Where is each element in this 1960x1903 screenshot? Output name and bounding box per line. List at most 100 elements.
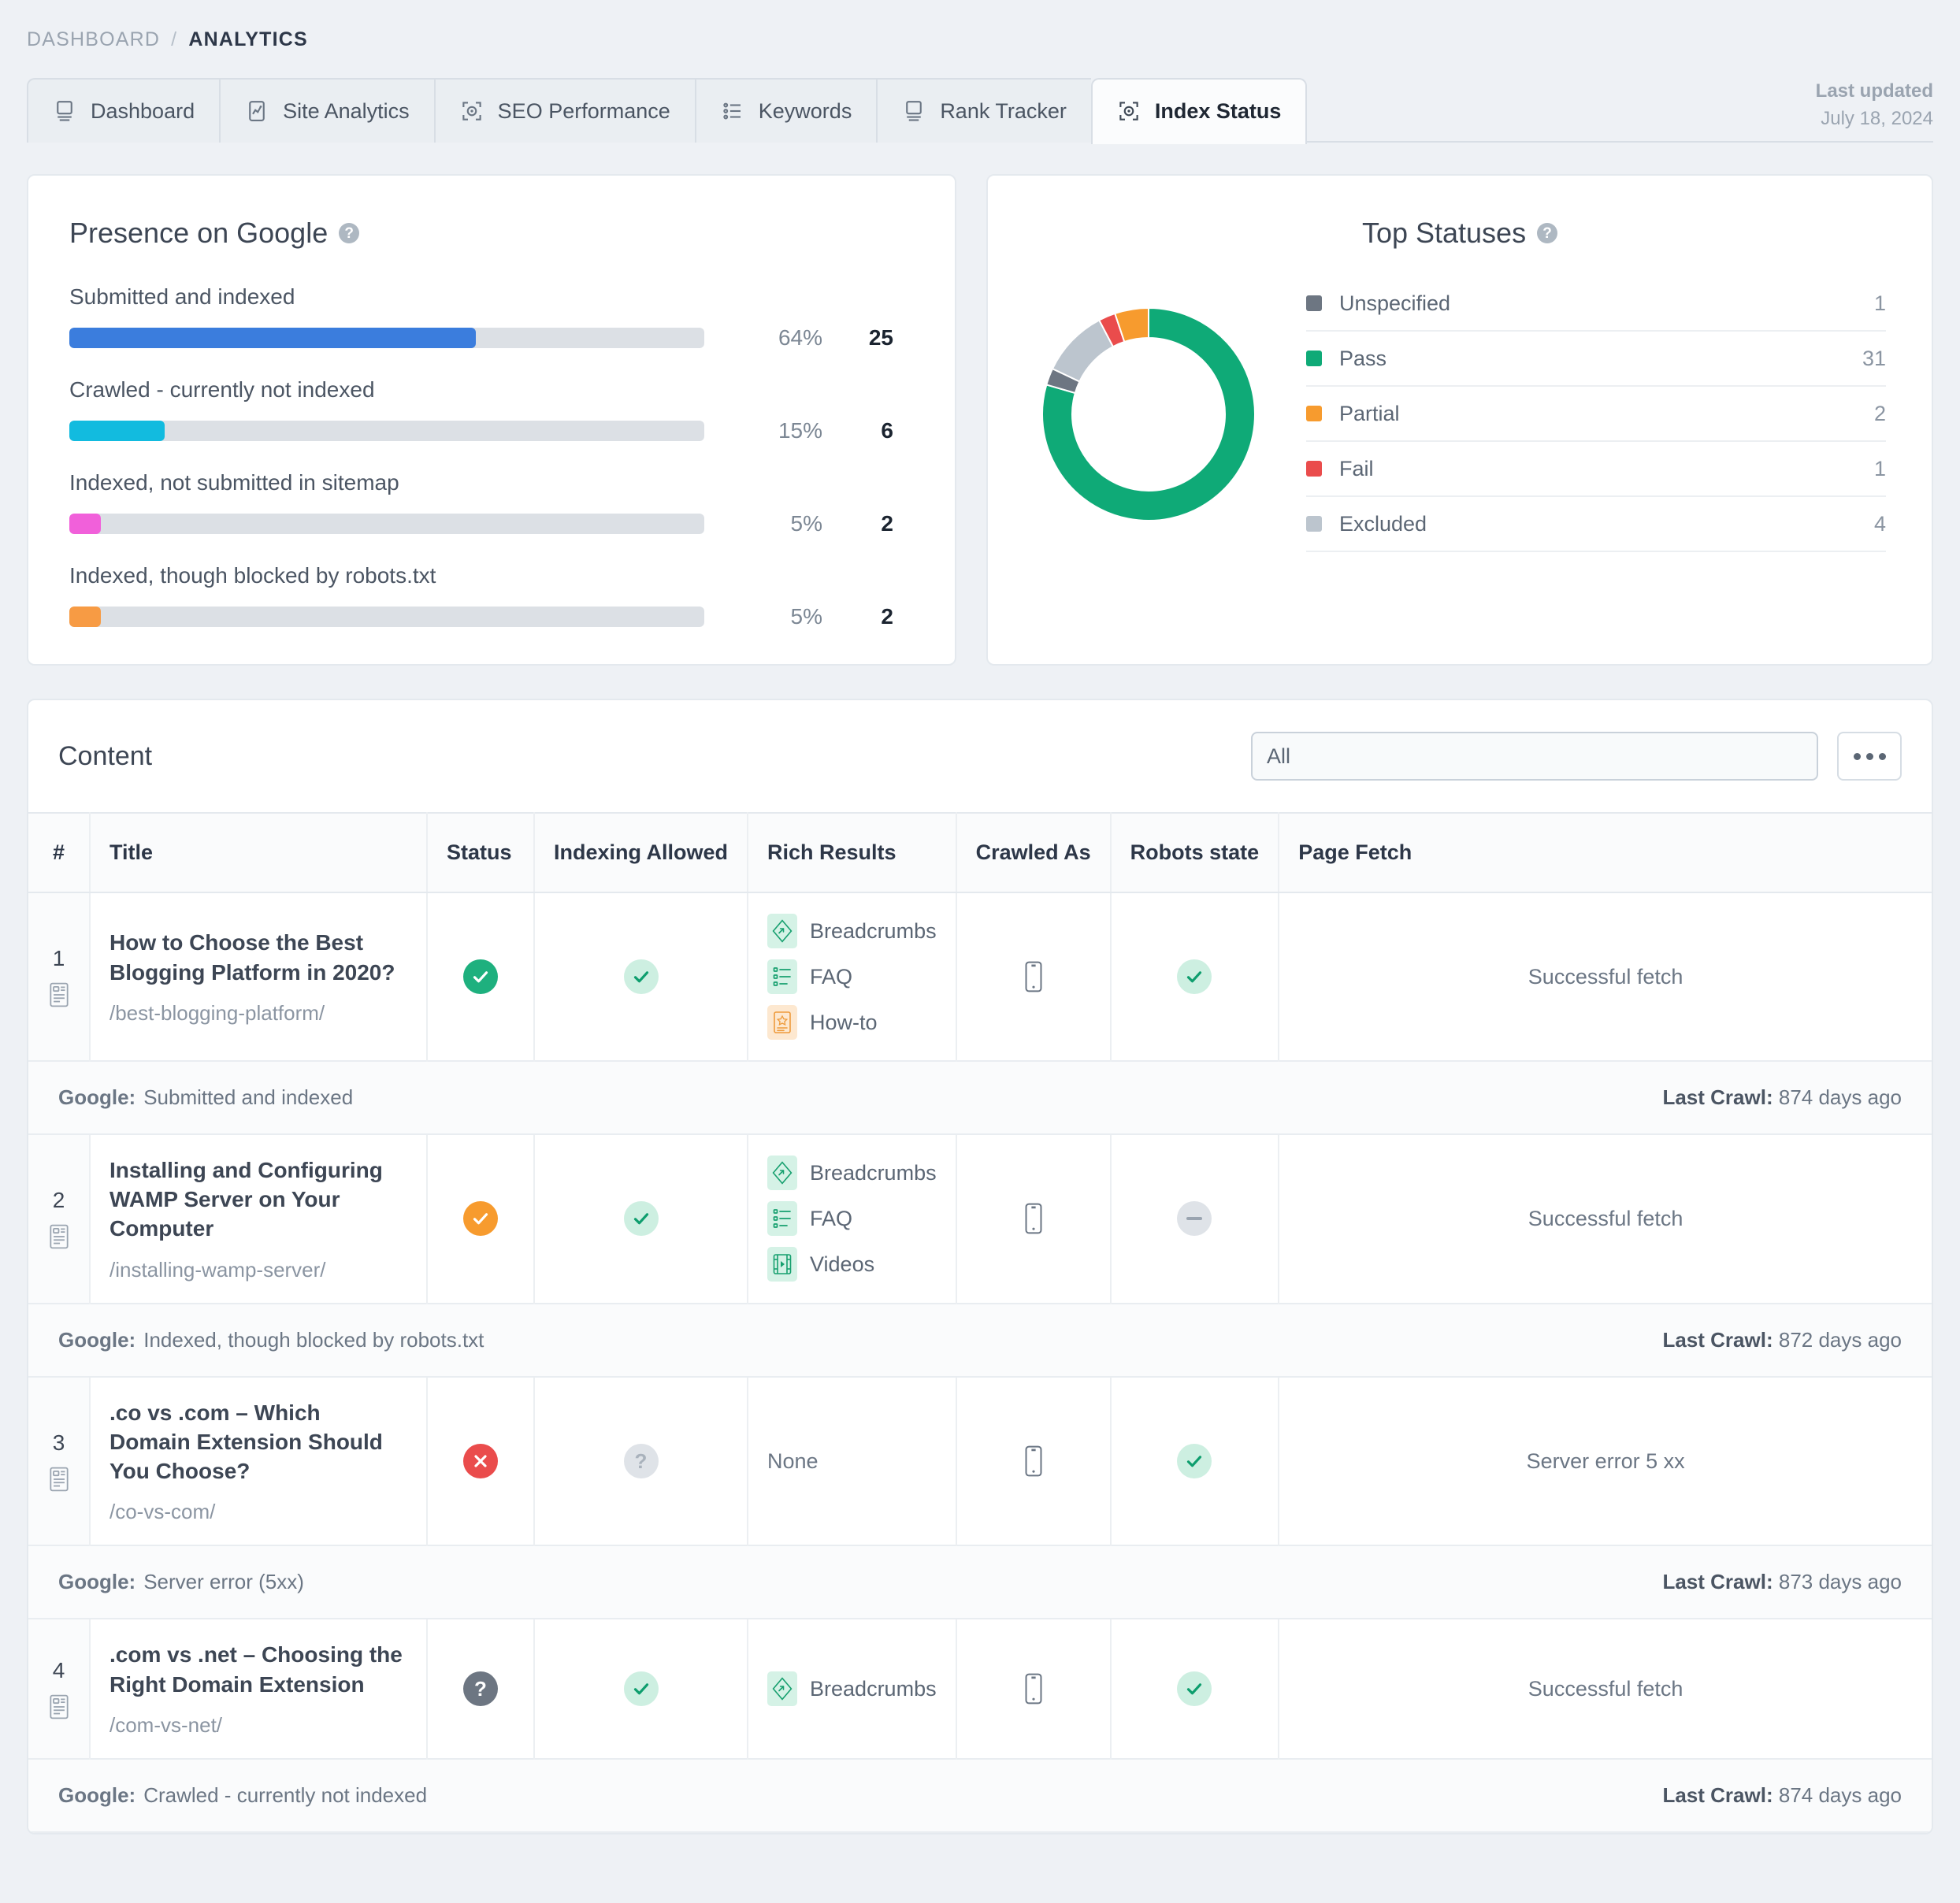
- page-url: /com-vs-net/: [110, 1712, 223, 1737]
- google-status-cell: Google: Server error (5xx) Last Crawl: 873…: [28, 1545, 1932, 1620]
- last-crawl-label: Last Crawl:: [1662, 1782, 1773, 1807]
- indexing-allowed-cell: ?: [534, 1376, 749, 1546]
- presence-row: Crawled - currently not indexed 15% 6: [69, 377, 914, 443]
- table-row[interactable]: 4 .com vs .net – Choosing the Right Domai…: [28, 1619, 1932, 1759]
- row-index-cell: 4: [28, 1619, 91, 1759]
- crawled-as-cell: [956, 1134, 1112, 1304]
- rich-result-label: FAQ: [810, 964, 853, 989]
- tab-dashboard[interactable]: Dashboard: [27, 78, 220, 143]
- status-badge-pass[interactable]: [463, 959, 498, 994]
- page-url: /co-vs-com/: [110, 1500, 216, 1524]
- column-header-page-fetch[interactable]: Page Fetch: [1279, 812, 1932, 893]
- tab-label: Dashboard: [91, 98, 195, 123]
- help-circle-icon[interactable]: ?: [1537, 223, 1558, 243]
- rich-result-item: FAQ: [767, 1201, 937, 1237]
- column-header-[interactable]: #: [28, 812, 91, 893]
- mobile-icon: [976, 1445, 1091, 1477]
- status-cell: [427, 1134, 535, 1304]
- table-row[interactable]: 3 .co vs .com – Which Domain Extension Sh…: [28, 1376, 1932, 1546]
- rich-result-label: Breadcrumbs: [810, 1160, 937, 1185]
- help-circle-icon[interactable]: ?: [339, 223, 360, 243]
- rich-results-list: Breadcrumbs FAQ Videos: [767, 1156, 937, 1282]
- google-status-strip: Google: Crawled - currently not indexed La…: [28, 1757, 1932, 1833]
- breadcrumb-current: ANALYTICS: [188, 28, 308, 50]
- robots-state-cell: [1110, 1619, 1280, 1759]
- presence-progress-fill: [69, 514, 102, 534]
- google-status-value: Server error (5xx): [143, 1570, 304, 1594]
- rich-result-item: Breadcrumbs: [767, 1156, 937, 1191]
- legend-item-partial[interactable]: Partial 2: [1306, 387, 1886, 442]
- more-options-button[interactable]: [1837, 732, 1902, 781]
- legend-swatch-icon: [1306, 295, 1322, 311]
- google-status-strip: Google: Server error (5xx) Last Crawl: 873…: [28, 1545, 1932, 1620]
- page-fetch-cell: Successful fetch: [1279, 1134, 1932, 1304]
- google-status-value: Crawled - currently not indexed: [143, 1782, 428, 1807]
- status-badge-partial[interactable]: [463, 1201, 498, 1237]
- column-header-rich-results[interactable]: Rich Results: [748, 812, 957, 893]
- target-icon: [1117, 99, 1141, 123]
- content-card: Content #TitleStatusIndexing AllowedRich…: [27, 699, 1933, 1834]
- presence-row-percent: 64%: [778, 325, 822, 350]
- top-statuses-card: Top Statuses ? Unspecified 1 Pass 31 Partial…: [986, 174, 1933, 666]
- column-header-title[interactable]: Title: [90, 812, 428, 893]
- statuses-legend: Unspecified 1 Pass 31 Partial 2 Fail 1 Excluded 4: [1306, 276, 1897, 552]
- last-crawl: Last Crawl: 873 days ago: [1662, 1570, 1902, 1594]
- doc-icon: [28, 1694, 89, 1719]
- legend-label: Pass: [1339, 346, 1387, 370]
- legend-item-excluded[interactable]: Excluded 4: [1306, 497, 1886, 552]
- tab-keywords[interactable]: Keywords: [694, 78, 877, 143]
- legend-item-unspecified[interactable]: Unspecified 1: [1306, 276, 1886, 332]
- table-row[interactable]: 2 Installing and Configuring WAMP Server …: [28, 1134, 1932, 1304]
- presence-progress-fill: [69, 328, 476, 348]
- faq-icon: [767, 1201, 798, 1237]
- rich-results-none: None: [767, 1449, 819, 1473]
- legend-item-pass[interactable]: Pass 31: [1306, 332, 1886, 387]
- tab-rank-tracker[interactable]: Rank Tracker: [876, 78, 1091, 143]
- status-badge-unknown[interactable]: ?: [463, 1671, 498, 1707]
- rich-result-label: Breadcrumbs: [810, 1676, 937, 1701]
- page-title-link[interactable]: .co vs .com – Which Domain Extension Sho…: [110, 1398, 407, 1486]
- dot-icon: [1878, 752, 1886, 760]
- check-icon: [1177, 1444, 1212, 1479]
- last-updated-date: July 18, 2024: [1821, 107, 1933, 129]
- tab-bar: Dashboard Site Analytics SEO Performance Ke…: [0, 78, 1960, 144]
- table-row[interactable]: 1 How to Choose the Best Blogging Platfor…: [28, 892, 1932, 1061]
- legend-swatch-icon: [1306, 516, 1322, 532]
- rich-result-item: How-to: [767, 1005, 937, 1040]
- presence-card-title: Presence on Google ?: [69, 217, 914, 250]
- legend-item-fail[interactable]: Fail 1: [1306, 442, 1886, 497]
- page-title-link[interactable]: Installing and Configuring WAMP Server o…: [110, 1156, 407, 1244]
- legend-swatch-icon: [1306, 351, 1322, 366]
- rich-result-item: Videos: [767, 1247, 937, 1282]
- content-table-body: 1 How to Choose the Best Blogging Platfor…: [28, 892, 1932, 1833]
- tab-label: Site Analytics: [283, 98, 410, 123]
- status-cell: ?: [427, 1619, 535, 1759]
- column-header-robots-state[interactable]: Robots state: [1110, 812, 1280, 893]
- tab-site-analytics[interactable]: Site Analytics: [219, 78, 434, 143]
- breadcrumb-root[interactable]: DASHBOARD: [27, 28, 160, 51]
- rich-result-label: How-to: [810, 1010, 878, 1034]
- column-header-indexing-allowed[interactable]: Indexing Allowed: [534, 812, 749, 893]
- rich-results-cell: Breadcrumbs FAQ How-to: [748, 892, 957, 1061]
- page-fetch-cell: Server error 5 xx: [1279, 1377, 1932, 1546]
- rich-results-list: Breadcrumbs: [767, 1671, 937, 1707]
- row-number: 2: [52, 1188, 65, 1213]
- presence-progress-bar: [69, 514, 704, 534]
- last-crawl: Last Crawl: 874 days ago: [1662, 1085, 1902, 1110]
- column-header-crawled-as[interactable]: Crawled As: [956, 812, 1112, 893]
- tab-seo-performance[interactable]: SEO Performance: [433, 78, 695, 143]
- content-filter-input[interactable]: [1251, 732, 1818, 781]
- google-status-strip: Google: Indexed, though blocked by robots…: [28, 1302, 1932, 1378]
- crawled-as-cell: [956, 1376, 1112, 1546]
- last-crawl: Last Crawl: 874 days ago: [1662, 1783, 1902, 1808]
- page-title-link[interactable]: How to Choose the Best Blogging Platform…: [110, 928, 407, 986]
- status-badge-fail[interactable]: [463, 1444, 498, 1479]
- column-header-status[interactable]: Status: [427, 812, 535, 893]
- presence-row: Submitted and indexed 64% 25: [69, 284, 914, 351]
- rich-results-cell: Breadcrumbs FAQ Videos: [748, 1134, 957, 1304]
- breadcrumbs-icon: [767, 1156, 798, 1191]
- page-title-link[interactable]: .com vs .net – Choosing the Right Domain…: [110, 1640, 407, 1698]
- page-url: /installing-wamp-server/: [110, 1257, 326, 1282]
- tab-index-status[interactable]: Index Status: [1090, 78, 1308, 144]
- page-fetch-cell: Successful fetch: [1279, 892, 1932, 1061]
